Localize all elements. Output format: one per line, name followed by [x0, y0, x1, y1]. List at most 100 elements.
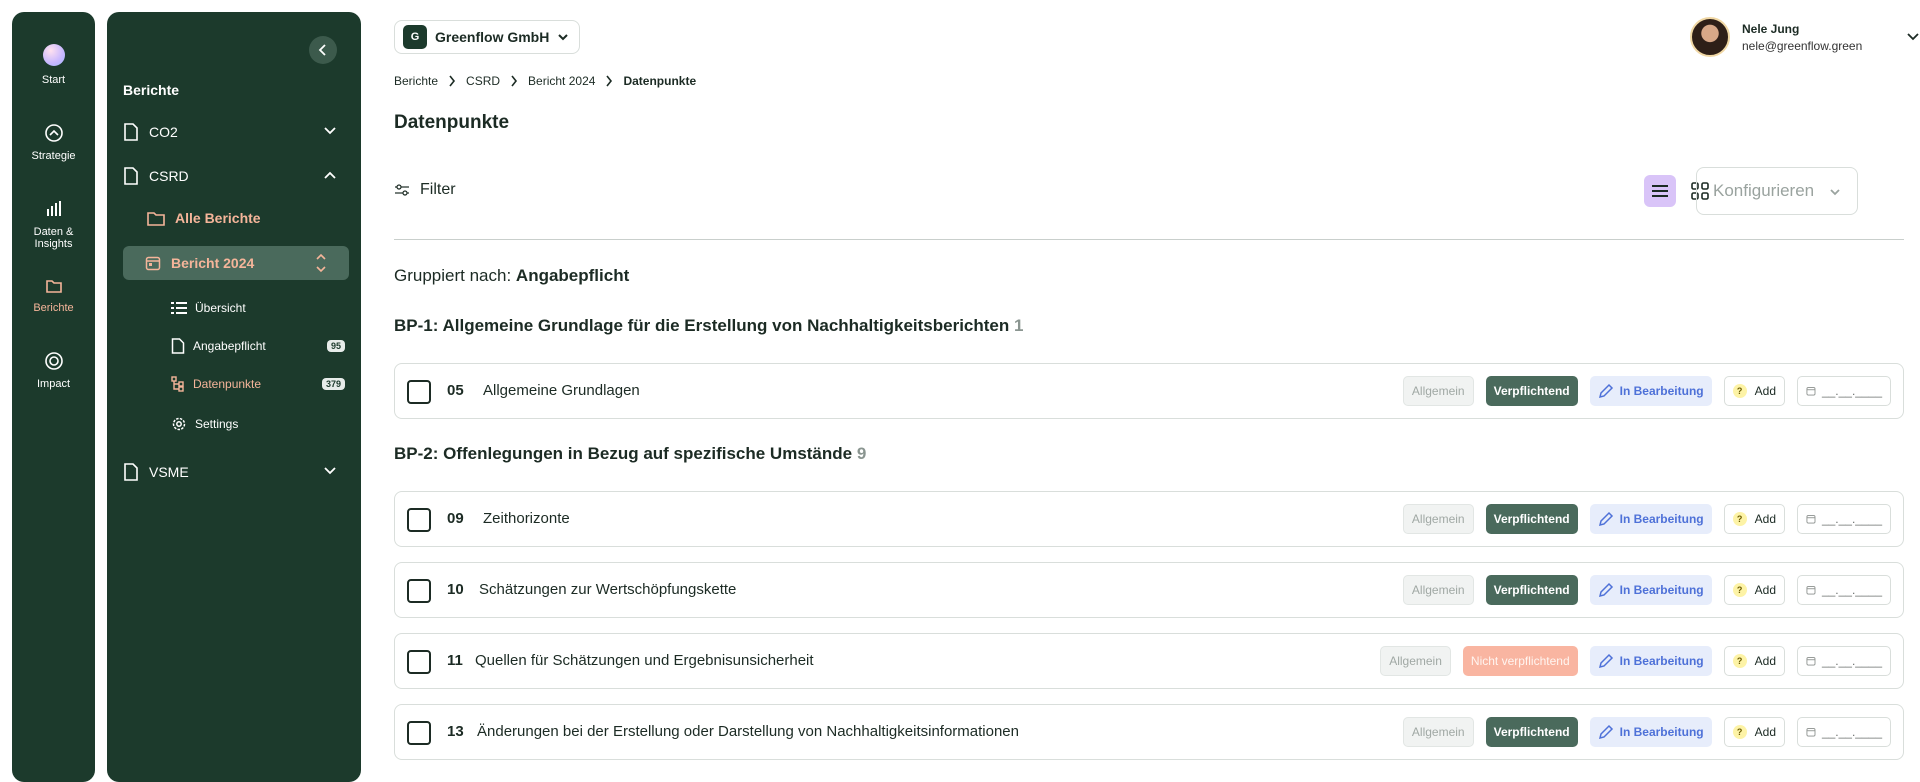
row-tags: Allgemein Nicht verpflichtend In Bearbei…: [1368, 645, 1891, 677]
row-checkbox[interactable]: [407, 579, 431, 603]
row-checkbox[interactable]: [407, 721, 431, 745]
sidebar-item-vsme[interactable]: VSME: [123, 460, 345, 484]
status-label: In Bearbeitung: [1619, 725, 1704, 739]
due-date-field[interactable]: __.__.____: [1797, 575, 1891, 605]
rail-item-daten[interactable]: Daten & Insights: [12, 198, 95, 250]
category-tag[interactable]: Allgemein: [1402, 575, 1474, 605]
folder-icon: [147, 212, 165, 226]
category-tag[interactable]: Allgemein: [1402, 504, 1474, 534]
rail-item-impact[interactable]: Impact: [12, 350, 95, 390]
chevron-right-icon: [511, 75, 518, 87]
sidebar-leaf-angabepflicht[interactable]: Angabepflicht 95: [171, 336, 345, 356]
row-title: Allgemeine Grundlagen: [483, 382, 640, 399]
breadcrumb: Berichte CSRD Bericht 2024 Datenpunkte: [394, 74, 696, 88]
datapoint-row[interactable]: 10 Schätzungen zur Wertschöpfungskette A…: [394, 562, 1904, 618]
calendar-icon: [145, 256, 161, 271]
question-icon: ?: [1732, 654, 1747, 668]
row-number: 05: [447, 382, 464, 399]
rail-item-label: Daten & Insights: [33, 226, 74, 250]
add-label: Add: [1754, 384, 1776, 398]
list-view-button[interactable]: [1644, 175, 1676, 207]
question-icon: ?: [1732, 384, 1747, 398]
user-menu[interactable]: Nele Jung nele@greenflow.green: [1690, 16, 1920, 58]
obligation-tag[interactable]: Verpflichtend: [1485, 717, 1578, 747]
grouping-value[interactable]: Angabepflicht: [516, 266, 629, 285]
sidebar-leaf-datenpunkte[interactable]: Datenpunkte 379: [171, 374, 345, 394]
report-selector[interactable]: Bericht 2024: [123, 246, 349, 280]
category-tag[interactable]: Allgemein: [1402, 717, 1474, 747]
row-checkbox[interactable]: [407, 650, 431, 674]
gear-icon: [172, 417, 186, 431]
user-name: Nele Jung: [1742, 21, 1800, 36]
datapoint-row[interactable]: 05 Allgemeine Grundlagen Allgemein Verpf…: [394, 363, 1904, 419]
breadcrumb-item[interactable]: Bericht 2024: [528, 74, 595, 88]
filter-label: Filter: [420, 181, 456, 198]
pencil-icon: [1598, 383, 1613, 399]
calendar-icon: [1806, 586, 1816, 595]
rail-item-strategie[interactable]: Strategie: [12, 122, 95, 162]
add-assignee-button[interactable]: ? Add: [1723, 575, 1785, 605]
collapse-sidebar-button[interactable]: [309, 36, 337, 64]
sidebar-item-csrd[interactable]: CSRD: [123, 164, 345, 188]
status-label: In Bearbeitung: [1619, 654, 1704, 668]
reports-sidebar: Berichte CO2 CSRD Alle Berichte Bericht …: [107, 12, 361, 782]
sidebar-item-label: VSME: [149, 464, 189, 480]
sidebar-item-co2[interactable]: CO2: [123, 120, 345, 144]
category-tag[interactable]: Allgemein: [1402, 376, 1474, 406]
status-tag[interactable]: In Bearbeitung: [1589, 717, 1712, 747]
obligation-tag[interactable]: Verpflichtend: [1485, 575, 1578, 605]
row-title: Schätzungen zur Wertschöpfungskette: [479, 581, 737, 598]
row-checkbox[interactable]: [407, 508, 431, 532]
compass-icon: [44, 124, 63, 142]
due-date-field[interactable]: __.__.____: [1797, 646, 1891, 676]
chevron-up-icon: [324, 171, 336, 179]
add-assignee-button[interactable]: ? Add: [1723, 376, 1785, 406]
folder-icon: [45, 280, 62, 293]
calendar-icon: [1806, 387, 1816, 396]
rail-item-berichte[interactable]: Berichte: [12, 274, 95, 314]
row-title: Quellen für Schätzungen und Ergebnisunsi…: [475, 652, 814, 669]
category-tag[interactable]: Allgemein: [1380, 646, 1451, 676]
due-date-field[interactable]: __.__.____: [1797, 504, 1891, 534]
group-title: BP-2: Offenlegungen in Bezug auf spezifi…: [394, 444, 853, 463]
main-content: G Greenflow GmbH Nele Jung nele@greenflo…: [394, 0, 1920, 770]
status-tag[interactable]: In Bearbeitung: [1589, 575, 1712, 605]
status-tag[interactable]: In Bearbeitung: [1589, 504, 1712, 534]
organization-switcher[interactable]: G Greenflow GmbH: [394, 20, 581, 54]
rail-item-start[interactable]: Start: [12, 44, 95, 86]
due-date-value: __.__.____: [1821, 725, 1882, 739]
chevron-down-icon: [324, 127, 336, 135]
chevron-down-icon: [1907, 33, 1919, 41]
status-tag[interactable]: In Bearbeitung: [1589, 376, 1712, 406]
row-number: 09: [447, 510, 464, 527]
obligation-tag[interactable]: Nicht verpflichtend: [1462, 646, 1578, 676]
chevron-down-icon: [558, 34, 569, 41]
datapoint-row[interactable]: 11 Quellen für Schätzungen und Ergebnisu…: [394, 633, 1904, 689]
add-assignee-button[interactable]: ? Add: [1723, 646, 1785, 676]
due-date-field[interactable]: __.__.____: [1797, 376, 1891, 406]
obligation-tag[interactable]: Verpflichtend: [1485, 376, 1578, 406]
add-assignee-button[interactable]: ? Add: [1723, 717, 1785, 747]
pencil-icon: [1598, 511, 1613, 527]
add-label: Add: [1754, 725, 1776, 739]
sidebar-item-alle-berichte[interactable]: Alle Berichte: [147, 210, 261, 226]
due-date-field[interactable]: __.__.____: [1797, 717, 1891, 747]
datapoint-row[interactable]: 09 Zeithorizonte Allgemein Verpflichtend…: [394, 491, 1904, 547]
breadcrumb-item[interactable]: CSRD: [466, 74, 500, 88]
add-assignee-button[interactable]: ? Add: [1723, 504, 1785, 534]
row-number: 10: [447, 581, 464, 598]
breadcrumb-item[interactable]: Berichte: [394, 74, 438, 88]
row-title: Änderungen bei der Erstellung oder Darst…: [477, 723, 1019, 740]
sidebar-leaf-label: Datenpunkte: [193, 377, 262, 391]
obligation-tag[interactable]: Verpflichtend: [1485, 504, 1578, 534]
status-tag[interactable]: In Bearbeitung: [1589, 646, 1712, 676]
add-label: Add: [1754, 583, 1776, 597]
group-title: BP-1: Allgemeine Grundlage für die Erste…: [394, 316, 1010, 335]
sidebar-leaf-uebersicht[interactable]: Übersicht: [171, 298, 345, 318]
sidebar-leaf-settings[interactable]: Settings: [171, 414, 345, 434]
calendar-icon: [1806, 728, 1816, 737]
filter-button[interactable]: Filter: [394, 181, 456, 199]
datapoint-row[interactable]: 13 Änderungen bei der Erstellung oder Da…: [394, 704, 1904, 760]
row-checkbox[interactable]: [407, 380, 431, 404]
configure-select[interactable]: Konfigurieren: [1696, 167, 1858, 215]
